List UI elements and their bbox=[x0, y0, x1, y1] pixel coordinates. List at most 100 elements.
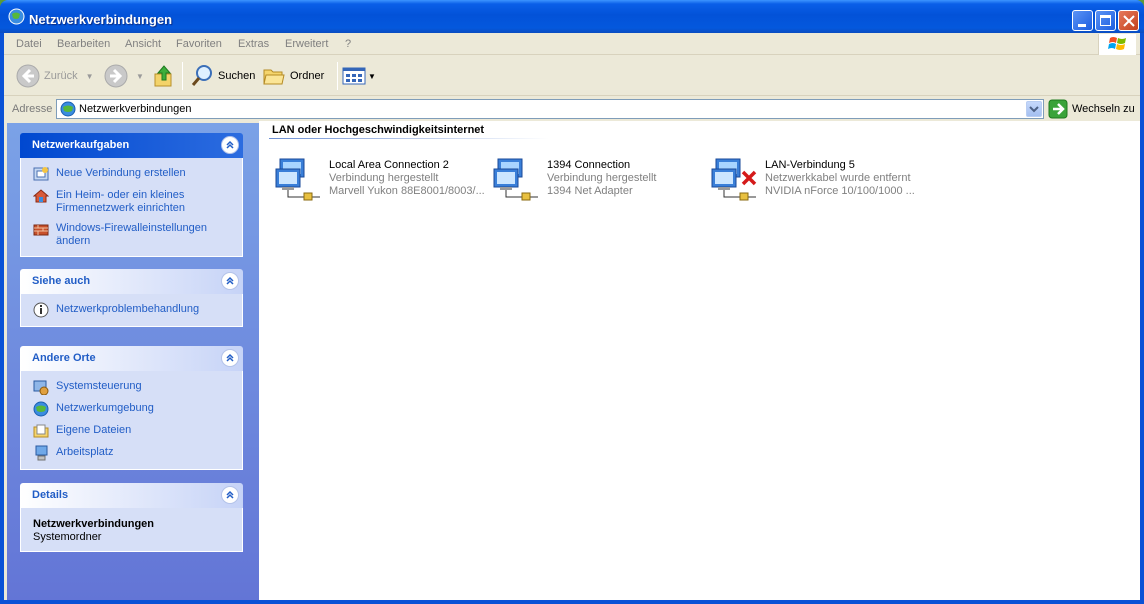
folder-icon bbox=[263, 69, 285, 85]
task-home-network[interactable]: Ein Heim- oder ein kleines Firmennetzwer… bbox=[33, 188, 232, 215]
place-network-neighborhood[interactable]: Netzwerkumgebung bbox=[33, 401, 232, 417]
connection-item[interactable]: 1394 Connection Verbindung hergestellt 1… bbox=[492, 157, 707, 203]
menu-ansicht[interactable]: Ansicht bbox=[125, 38, 161, 50]
menu-extras[interactable]: Extras bbox=[238, 38, 269, 50]
other-places-panel: Andere Orte Systemsteuerung Netzwerkumge… bbox=[20, 346, 243, 470]
forward-dropdown-icon[interactable]: ▼ bbox=[136, 72, 144, 81]
details-header[interactable]: Details bbox=[20, 483, 243, 508]
lan-connection-icon bbox=[275, 158, 320, 201]
task-pane: Netzwerkaufgaben Neue Verbindung erstell… bbox=[7, 123, 259, 600]
go-button[interactable]: Wechseln zu bbox=[1048, 99, 1135, 119]
details-type: Systemordner bbox=[33, 531, 102, 543]
menu-help[interactable]: ? bbox=[345, 38, 351, 50]
see-also-body: Netzwerkproblembehandlung bbox=[20, 294, 243, 327]
go-arrow-icon bbox=[1048, 99, 1068, 119]
place-label: Netzwerkumgebung bbox=[56, 402, 154, 414]
other-places-title: Andere Orte bbox=[32, 352, 96, 364]
connection-device: 1394 Net Adapter bbox=[547, 185, 633, 197]
folders-button[interactable]: Ordner bbox=[262, 62, 324, 90]
connection-item[interactable]: LAN-Verbindung 5 Netzwerkkabel wurde ent… bbox=[710, 157, 925, 203]
minimize-icon bbox=[1078, 24, 1086, 27]
collapse-chevron-icon[interactable] bbox=[221, 136, 239, 154]
views-icon bbox=[342, 67, 366, 85]
place-my-documents[interactable]: Eigene Dateien bbox=[33, 423, 232, 439]
network-globe-icon bbox=[60, 101, 76, 117]
address-bar: Adresse Netzwerkverbindungen Wechseln zu bbox=[4, 97, 1140, 121]
menu-datei[interactable]: Datei bbox=[16, 38, 42, 50]
details-body: Netzwerkverbindungen Systemordner bbox=[20, 508, 243, 552]
search-label: Suchen bbox=[218, 70, 256, 82]
file-view: LAN oder Hochgeschwindigkeitsinternet Lo… bbox=[259, 121, 1140, 600]
collapse-chevron-icon[interactable] bbox=[221, 349, 239, 367]
address-label: Adresse bbox=[12, 103, 53, 115]
chevron-down-icon bbox=[1029, 106, 1039, 113]
place-my-computer[interactable]: Arbeitsplatz bbox=[33, 445, 232, 461]
back-label: Zurück bbox=[44, 70, 78, 82]
network-neighborhood-icon bbox=[33, 401, 49, 417]
window-title: Netzwerkverbindungen bbox=[29, 12, 173, 27]
network-tasks-body: Neue Verbindung erstellen Ein Heim- oder… bbox=[20, 158, 243, 257]
search-button[interactable]: Suchen bbox=[190, 62, 255, 90]
see-also-panel: Siehe auch Netzwerkproblembehandlung bbox=[20, 269, 243, 327]
connection-status: Verbindung hergestellt bbox=[329, 172, 439, 184]
task-troubleshooting[interactable]: Netzwerkproblembehandlung bbox=[33, 302, 232, 318]
group-header: LAN oder Hochgeschwindigkeitsinternet bbox=[272, 124, 485, 136]
back-arrow-icon bbox=[16, 64, 40, 88]
control-panel-icon bbox=[33, 380, 49, 395]
connection-name: 1394 Connection bbox=[547, 159, 631, 171]
back-dropdown-icon[interactable]: ▼ bbox=[86, 72, 94, 81]
connection-item[interactable]: Local Area Connection 2 Verbindung herge… bbox=[274, 157, 489, 203]
menu-bearbeiten[interactable]: Bearbeiten bbox=[57, 38, 110, 50]
network-tasks-header[interactable]: Netzwerkaufgaben bbox=[20, 133, 243, 158]
views-button[interactable]: ▼ bbox=[342, 62, 376, 90]
address-value: Netzwerkverbindungen bbox=[79, 103, 192, 115]
task-label: Netzwerkproblembehandlung bbox=[56, 303, 200, 315]
windows-logo bbox=[1098, 34, 1136, 55]
forward-arrow-icon bbox=[104, 64, 128, 88]
menu-bar: Datei Bearbeiten Ansicht Favoriten Extra… bbox=[4, 33, 1140, 55]
task-new-connection[interactable]: Neue Verbindung erstellen bbox=[33, 166, 232, 182]
back-button[interactable]: Zurück ▼ bbox=[16, 62, 94, 90]
close-button[interactable] bbox=[1118, 10, 1139, 31]
title-bar[interactable]: Netzwerkverbindungen bbox=[0, 0, 1144, 33]
task-firewall-settings[interactable]: Windows-Firewalleinstellungen ändern bbox=[33, 221, 232, 248]
see-also-header[interactable]: Siehe auch bbox=[20, 269, 243, 294]
task-label: Windows-Firewalleinstellungen ändern bbox=[56, 222, 208, 247]
see-also-title: Siehe auch bbox=[32, 275, 91, 287]
toolbar-separator bbox=[182, 62, 183, 90]
collapse-chevron-icon[interactable] bbox=[221, 272, 239, 290]
standard-toolbar: Zurück ▼ ▼ Suchen Ordner ▼ bbox=[4, 56, 1140, 96]
connection-status: Netzwerkkabel wurde entfernt bbox=[765, 172, 911, 184]
network-tasks-panel: Netzwerkaufgaben Neue Verbindung erstell… bbox=[20, 133, 243, 257]
new-connection-icon bbox=[33, 167, 49, 181]
maximize-button[interactable] bbox=[1095, 10, 1116, 31]
place-label: Systemsteuerung bbox=[56, 380, 142, 392]
menu-erweitert[interactable]: Erweitert bbox=[285, 38, 328, 50]
network-connections-icon bbox=[8, 8, 25, 25]
connection-name: LAN-Verbindung 5 bbox=[765, 159, 855, 171]
collapse-chevron-icon[interactable] bbox=[221, 486, 239, 504]
place-control-panel[interactable]: Systemsteuerung bbox=[33, 379, 232, 395]
place-label: Eigene Dateien bbox=[56, 424, 132, 436]
toolbar-separator bbox=[337, 62, 338, 90]
menu-favoriten[interactable]: Favoriten bbox=[176, 38, 222, 50]
window-client: Datei Bearbeiten Ansicht Favoriten Extra… bbox=[4, 33, 1140, 600]
details-name: Netzwerkverbindungen bbox=[33, 518, 155, 530]
group-divider bbox=[269, 138, 549, 139]
windows-flag-icon bbox=[1108, 37, 1126, 50]
my-computer-icon bbox=[35, 445, 48, 461]
go-label: Wechseln zu bbox=[1072, 103, 1135, 115]
connection-device: NVIDIA nForce 10/100/1000 ... bbox=[765, 185, 915, 197]
maximize-icon bbox=[1100, 15, 1111, 26]
minimize-button[interactable] bbox=[1072, 10, 1093, 31]
firewall-icon bbox=[33, 224, 49, 236]
up-folder-button[interactable] bbox=[153, 62, 175, 90]
info-icon bbox=[33, 302, 49, 318]
address-field[interactable]: Netzwerkverbindungen bbox=[56, 99, 1044, 119]
address-dropdown-button[interactable] bbox=[1026, 101, 1042, 117]
other-places-header[interactable]: Andere Orte bbox=[20, 346, 243, 371]
folders-label: Ordner bbox=[290, 70, 325, 82]
forward-button[interactable]: ▼ bbox=[104, 62, 144, 90]
views-dropdown-icon[interactable]: ▼ bbox=[368, 72, 376, 81]
lan-connection-icon bbox=[493, 158, 538, 201]
